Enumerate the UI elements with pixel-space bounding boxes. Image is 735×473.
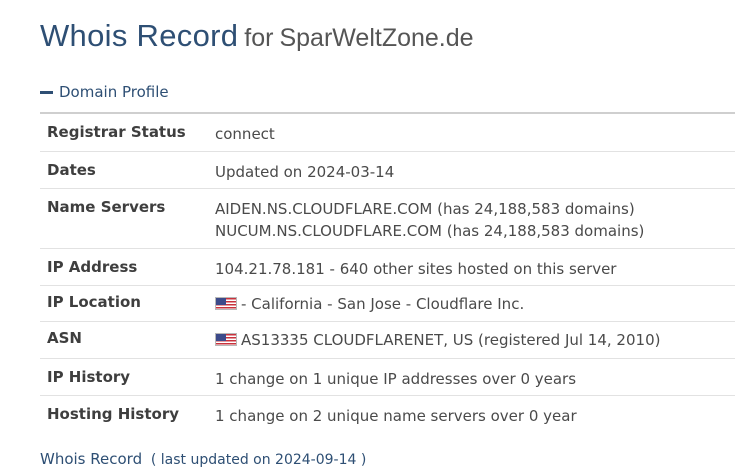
dates-value: Updated on 2024-03-14: [215, 163, 395, 181]
row-dates: Dates Updated on 2024-03-14: [40, 152, 735, 189]
whois-record-title: Whois Record: [40, 450, 143, 468]
ip-address-label: IP Address: [47, 258, 138, 276]
ip-history-label: IP History: [47, 368, 131, 386]
row-registrar-status: Registrar Status connect: [40, 114, 735, 152]
us-flag-icon: [215, 333, 237, 346]
ip-history-value: 1 change on 1 unique IP addresses over 0…: [215, 370, 577, 388]
dates-label: Dates: [47, 161, 96, 179]
row-ip-history: IP History 1 change on 1 unique IP addre…: [40, 359, 735, 396]
hosting-history-label: Hosting History: [47, 405, 180, 423]
domain-profile-toggle[interactable]: Domain Profile: [40, 83, 169, 101]
registrar-status-label: Registrar Status: [47, 123, 186, 141]
last-updated-note: ( last updated on 2024-09-14 ): [150, 452, 367, 468]
whois-record-heading: Whois Record ( last updated on 2024-09-1…: [40, 450, 366, 468]
us-flag-icon: [215, 297, 237, 310]
title-main: Whois Record: [40, 18, 239, 53]
ip-location-label: IP Location: [47, 293, 141, 311]
hosting-history-value: 1 change on 2 unique name servers over 0…: [215, 407, 577, 425]
row-ip-address: IP Address 104.21.78.181 - 640 other sit…: [40, 249, 735, 286]
asn-text: AS13335 CLOUDFLARENET, US (registered Ju…: [241, 331, 661, 349]
ip-location-text: - California - San Jose - Cloudflare Inc…: [241, 295, 525, 313]
name-server-2: NUCUM.NS.CLOUDFLARE.COM (has 24,188,583 …: [215, 222, 645, 240]
title-for: for: [244, 24, 274, 52]
name-servers-label: Name Servers: [47, 198, 166, 216]
row-hosting-history: Hosting History 1 change on 2 unique nam…: [40, 396, 735, 432]
asn-value: AS13335 CLOUDFLARENET, US (registered Ju…: [215, 322, 735, 358]
domain-profile-label: Domain Profile: [59, 83, 169, 101]
row-asn: ASN AS13335 CLOUDFLARENET, US (registere…: [40, 322, 735, 359]
title-domain: SparWeltZone.de: [279, 24, 474, 52]
ip-address-value: 104.21.78.181 - 640 other sites hosted o…: [215, 260, 617, 278]
name-servers-value: AIDEN.NS.CLOUDFLARE.COM (has 24,188,583 …: [215, 189, 735, 248]
ip-location-value: - California - San Jose - Cloudflare Inc…: [215, 286, 735, 321]
row-name-servers: Name Servers AIDEN.NS.CLOUDFLARE.COM (ha…: [40, 189, 735, 249]
domain-profile-table: Registrar Status connect Dates Updated o…: [40, 112, 735, 432]
registrar-status-value: connect: [215, 125, 275, 143]
row-ip-location: IP Location - California - San Jose - Cl…: [40, 286, 735, 322]
name-server-1: AIDEN.NS.CLOUDFLARE.COM (has 24,188,583 …: [215, 200, 635, 218]
page-title: Whois Record for SparWeltZone.de: [40, 18, 474, 54]
asn-label: ASN: [47, 329, 82, 347]
minus-icon: [40, 90, 53, 94]
